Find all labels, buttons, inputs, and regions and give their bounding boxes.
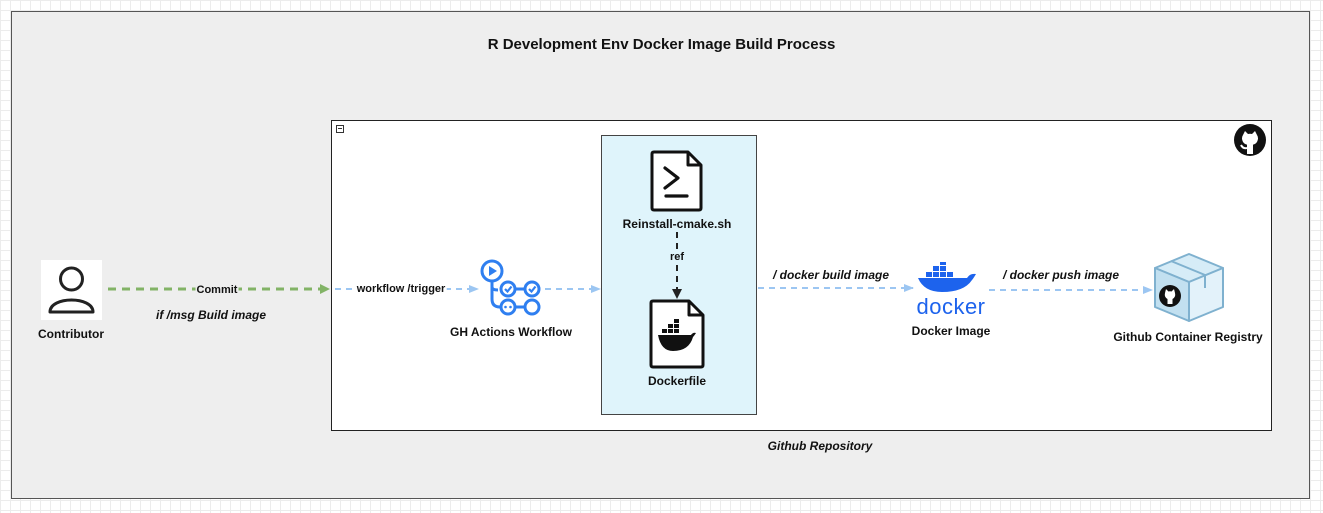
docker-wordmark: docker xyxy=(916,294,986,319)
trigger-label: workflow /trigger xyxy=(355,283,447,295)
commit-label: Commit xyxy=(195,284,239,296)
reinstall-script-label: Reinstall-cmake.sh xyxy=(622,217,732,231)
contributor-label: Contributor xyxy=(38,327,104,341)
dockerfile-label: Dockerfile xyxy=(647,374,707,388)
dockerfile-icon[interactable] xyxy=(649,299,705,369)
container-registry-icon[interactable] xyxy=(1151,250,1227,324)
terminal-script-icon[interactable] xyxy=(650,150,704,212)
ref-label: ref xyxy=(667,251,687,263)
registry-label: Github Container Registry xyxy=(1113,330,1263,344)
github-icon xyxy=(1234,124,1266,156)
commit-condition-label: if /msg Build image xyxy=(155,308,267,322)
build-label: / docker build image xyxy=(772,268,890,282)
connectors-layer xyxy=(108,232,1153,299)
user-icon[interactable] xyxy=(41,260,102,320)
github-actions-workflow-icon[interactable] xyxy=(478,259,544,319)
repository-caption: Github Repository xyxy=(767,439,873,453)
push-label: / docker push image xyxy=(1002,268,1120,282)
docker-logo-icon[interactable] xyxy=(912,262,990,298)
docker-image-label: Docker Image xyxy=(911,324,991,338)
gh-actions-label: GH Actions Workflow xyxy=(449,325,573,339)
